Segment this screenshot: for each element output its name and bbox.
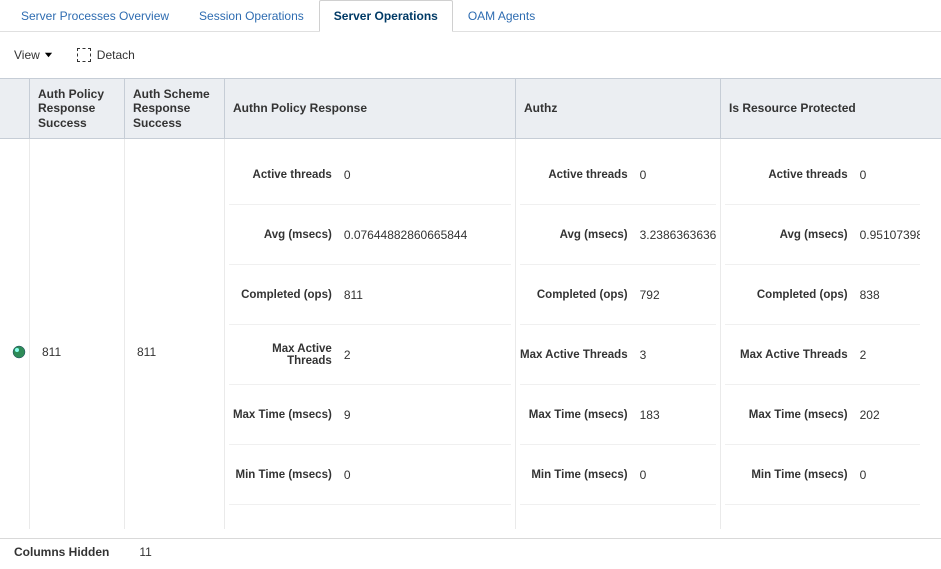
detach-button[interactable]: Detach [77, 48, 135, 62]
metric-row: Max Time (msecs) 9 [229, 385, 511, 445]
metric-value: 811 [342, 288, 511, 302]
metric-row: Avg (msecs) 3.23863636363 [520, 205, 716, 265]
metric-value: 0 [342, 468, 511, 482]
metric-value: 797 [858, 528, 920, 530]
metric-label: Time (msecs) [520, 529, 638, 530]
metric-row: Completed (ops) 792 [520, 265, 716, 325]
metric-value: 0 [638, 468, 716, 482]
columns-hidden-label: Columns Hidden [14, 545, 109, 559]
metric-row: Max Active Threads 2 [725, 325, 920, 385]
triangle-down-icon [44, 48, 53, 62]
column-header-is-resource-protected[interactable]: Is Resource Protected [721, 79, 924, 138]
metric-row: Avg (msecs) 0.951073985 [725, 205, 920, 265]
view-menu-button[interactable]: View [14, 48, 53, 62]
metric-value: 3.23863636363 [638, 228, 716, 242]
metric-value: 9 [342, 408, 511, 422]
metric-row: Time (msecs) 62 [229, 505, 511, 529]
metric-value: 202 [858, 408, 920, 422]
metric-row: Max Time (msecs) 202 [725, 385, 920, 445]
table-row: 811 811 Active threads 0 Avg (msecs) 0.0… [0, 139, 941, 529]
tab-server-processes-overview[interactable]: Server Processes Overview [6, 0, 184, 32]
cell-auth-policy-response-success: 811 [30, 139, 125, 529]
metric-label: Avg (msecs) [229, 229, 342, 241]
metric-label: Max Active Threads [229, 343, 342, 367]
cell-is-resource-protected: Active threads 0 Avg (msecs) 0.951073985… [721, 139, 924, 529]
metric-row: Min Time (msecs) 0 [520, 445, 716, 505]
metric-row: Completed (ops) 838 [725, 265, 920, 325]
table-footer: Columns Hidden 11 [0, 538, 941, 569]
metric-value: 0 [638, 168, 716, 182]
metric-label: Time (msecs) [229, 529, 342, 530]
metric-label: Avg (msecs) [520, 229, 638, 241]
metric-value: 0 [858, 168, 920, 182]
metric-value: 0 [858, 468, 920, 482]
metric-row: Time (msecs) 797 [725, 505, 920, 529]
metric-row: Max Active Threads 2 [229, 325, 511, 385]
column-header-spacer [0, 79, 30, 138]
view-label: View [14, 48, 40, 62]
metric-label: Min Time (msecs) [520, 469, 638, 481]
metric-value: 838 [858, 288, 920, 302]
metric-value: 3 [638, 348, 716, 362]
metric-label: Active threads [520, 169, 638, 181]
metric-value: 0 [342, 168, 511, 182]
metric-label: Min Time (msecs) [725, 469, 858, 481]
metric-value: 183 [638, 408, 716, 422]
detach-icon [77, 48, 91, 62]
metric-label: Completed (ops) [229, 289, 342, 301]
tab-session-operations[interactable]: Session Operations [184, 0, 319, 32]
metric-value: 2 [858, 348, 920, 362]
metric-label: Completed (ops) [520, 289, 638, 301]
metric-value: 0.07644882860665844 [342, 228, 511, 242]
table-body-scroll-area[interactable]: 811 811 Active threads 0 Avg (msecs) 0.0… [0, 139, 941, 529]
table-header-row: Auth Policy Response Success Auth Scheme… [0, 78, 941, 139]
metric-label: Max Time (msecs) [725, 409, 858, 421]
metric-row: Avg (msecs) 0.07644882860665844 [229, 205, 511, 265]
metric-value: 2 [342, 348, 511, 362]
detach-label: Detach [97, 48, 135, 62]
cell-authz: Active threads 0 Avg (msecs) 3.238636363… [516, 139, 721, 529]
column-header-authz[interactable]: Authz [516, 79, 721, 138]
tabs-bar: Server Processes Overview Session Operat… [0, 0, 941, 32]
metric-label: Max Active Threads [520, 349, 638, 361]
row-status-icon [12, 345, 26, 359]
column-header-auth-policy-response-success[interactable]: Auth Policy Response Success [30, 79, 125, 138]
toolbar: View Detach [0, 32, 941, 78]
column-header-auth-scheme-response-success[interactable]: Auth Scheme Response Success [125, 79, 225, 138]
metric-row: Time (msecs) 2565 [520, 505, 716, 529]
metric-label: Active threads [725, 169, 858, 181]
metric-label: Completed (ops) [725, 289, 858, 301]
metric-row: Min Time (msecs) 0 [725, 445, 920, 505]
tab-server-operations[interactable]: Server Operations [319, 0, 453, 32]
metric-row: Completed (ops) 811 [229, 265, 511, 325]
cell-authn-policy-response: Active threads 0 Avg (msecs) 0.076448828… [225, 139, 516, 529]
metric-label: Min Time (msecs) [229, 469, 342, 481]
metric-value: 62 [342, 528, 511, 530]
metric-row: Max Active Threads 3 [520, 325, 716, 385]
columns-hidden-count: 11 [139, 545, 151, 559]
metric-label: Active threads [229, 169, 342, 181]
metric-label: Max Time (msecs) [520, 409, 638, 421]
metric-row: Active threads 0 [520, 145, 716, 205]
metric-row: Active threads 0 [229, 145, 511, 205]
metric-label: Max Time (msecs) [229, 409, 342, 421]
metric-value: 2565 [638, 528, 716, 530]
metric-label: Time (msecs) [725, 529, 858, 530]
column-header-authn-policy-response[interactable]: Authn Policy Response [225, 79, 516, 138]
metric-label: Max Active Threads [725, 349, 858, 361]
cell-auth-scheme-response-success: 811 [125, 139, 225, 529]
metric-label: Avg (msecs) [725, 229, 858, 241]
row-indicator-cell [0, 139, 30, 529]
metric-row: Min Time (msecs) 0 [229, 445, 511, 505]
tab-oam-agents[interactable]: OAM Agents [453, 0, 550, 32]
metric-row: Active threads 0 [725, 145, 920, 205]
metric-value: 0.951073985 [858, 228, 920, 242]
metric-row: Max Time (msecs) 183 [520, 385, 716, 445]
metric-value: 792 [638, 288, 716, 302]
